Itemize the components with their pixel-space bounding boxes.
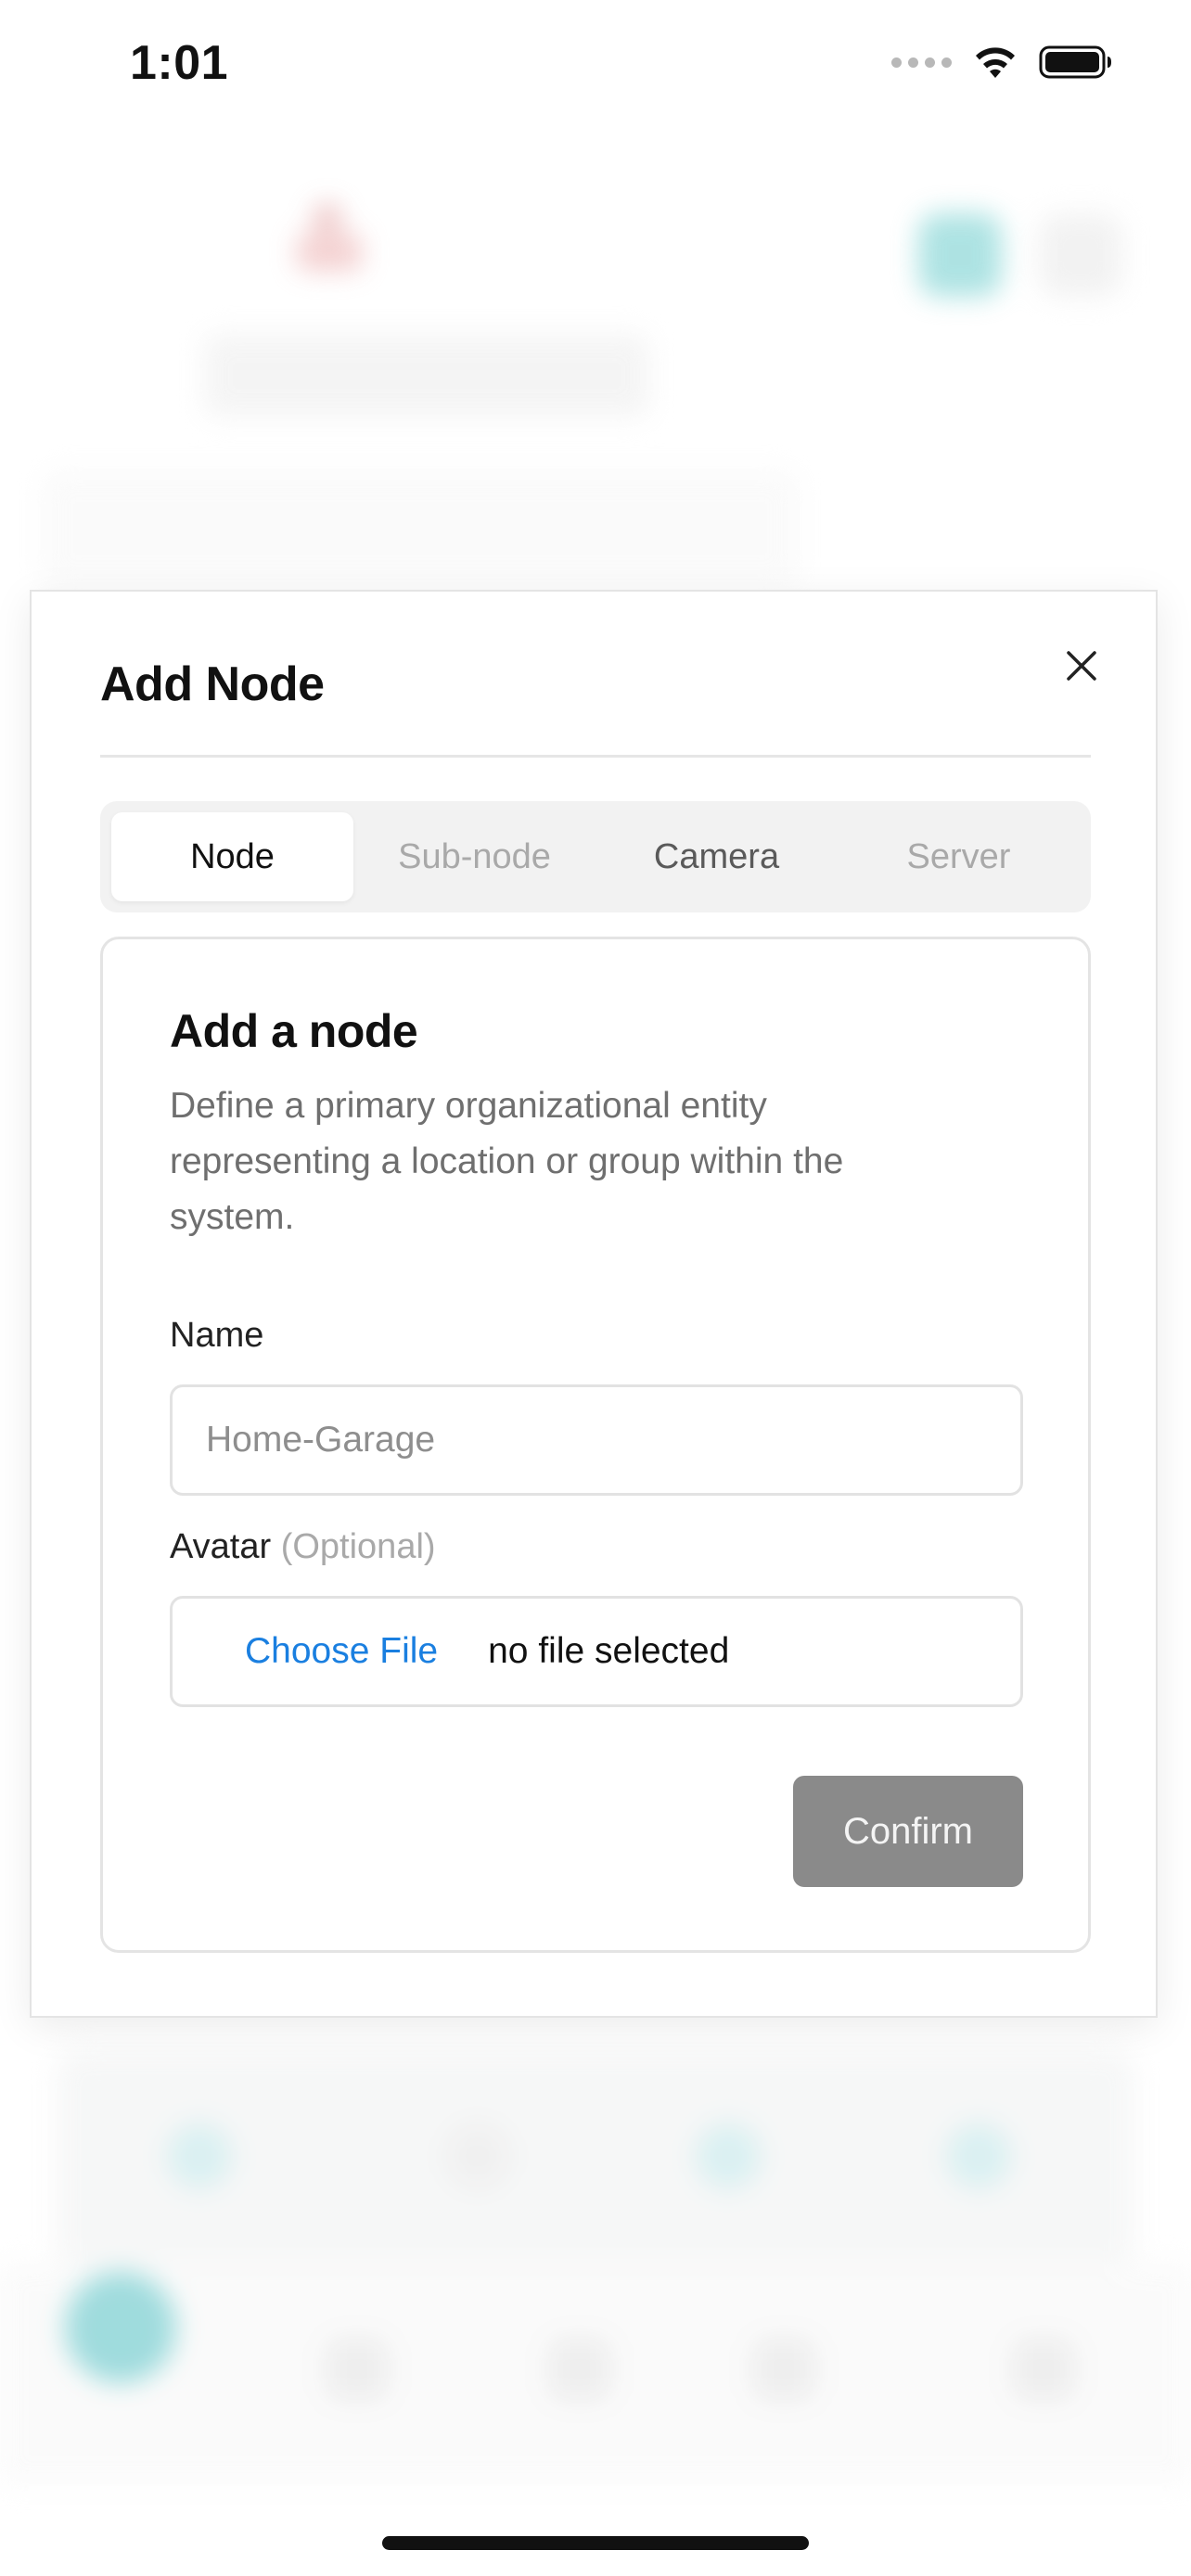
tab-node[interactable]: Node xyxy=(111,812,353,901)
name-input[interactable] xyxy=(170,1384,1023,1496)
modal-divider xyxy=(100,755,1091,758)
background-tab-icon xyxy=(751,2337,816,2402)
background-tab-icon xyxy=(547,2337,612,2402)
confirm-button[interactable]: Confirm xyxy=(793,1776,1023,1887)
status-time: 1:01 xyxy=(130,36,229,90)
node-type-tabs: Node Sub-node Camera Server xyxy=(100,801,1091,912)
home-indicator xyxy=(382,2536,809,2550)
tab-sub-node[interactable]: Sub-node xyxy=(353,812,596,901)
file-status-text: no file selected xyxy=(488,1631,730,1671)
card-title: Add a node xyxy=(170,1005,418,1057)
add-node-card: Add a node Define a primary organization… xyxy=(100,937,1091,1953)
optional-hint: (Optional) xyxy=(280,1527,436,1566)
background-tab-icon xyxy=(1011,2337,1076,2402)
background-select xyxy=(45,473,796,584)
status-bar: 1:01 xyxy=(0,0,1191,139)
battery-icon xyxy=(1039,45,1113,80)
close-button[interactable] xyxy=(1056,640,1108,692)
choose-file-button[interactable]: Choose File xyxy=(245,1631,438,1672)
status-icons xyxy=(891,45,1113,80)
wifi-icon xyxy=(972,45,1018,80)
avatar-file-input[interactable]: Choose File no file selected xyxy=(170,1596,1023,1707)
avatar-label: Avatar (Optional) xyxy=(170,1527,436,1567)
background-button xyxy=(1039,213,1122,297)
app-logo xyxy=(278,204,371,278)
modal-title: Add Node xyxy=(100,657,325,711)
background-tab-icon xyxy=(325,2337,390,2402)
name-label: Name xyxy=(170,1316,264,1355)
close-icon xyxy=(1067,651,1096,681)
add-node-modal: Add Node Node Sub-node Camera Server Add… xyxy=(30,590,1158,2018)
background-tabs xyxy=(204,334,649,417)
tab-server[interactable]: Server xyxy=(838,812,1080,901)
cellular-signal-icon xyxy=(891,57,952,68)
background-fab xyxy=(65,2272,176,2383)
avatar-label-text: Avatar xyxy=(170,1527,272,1566)
background-button xyxy=(918,213,1002,297)
tab-camera[interactable]: Camera xyxy=(596,812,838,901)
background-dock xyxy=(56,2049,1135,2272)
card-description: Define a primary organizational entity r… xyxy=(170,1086,844,1237)
